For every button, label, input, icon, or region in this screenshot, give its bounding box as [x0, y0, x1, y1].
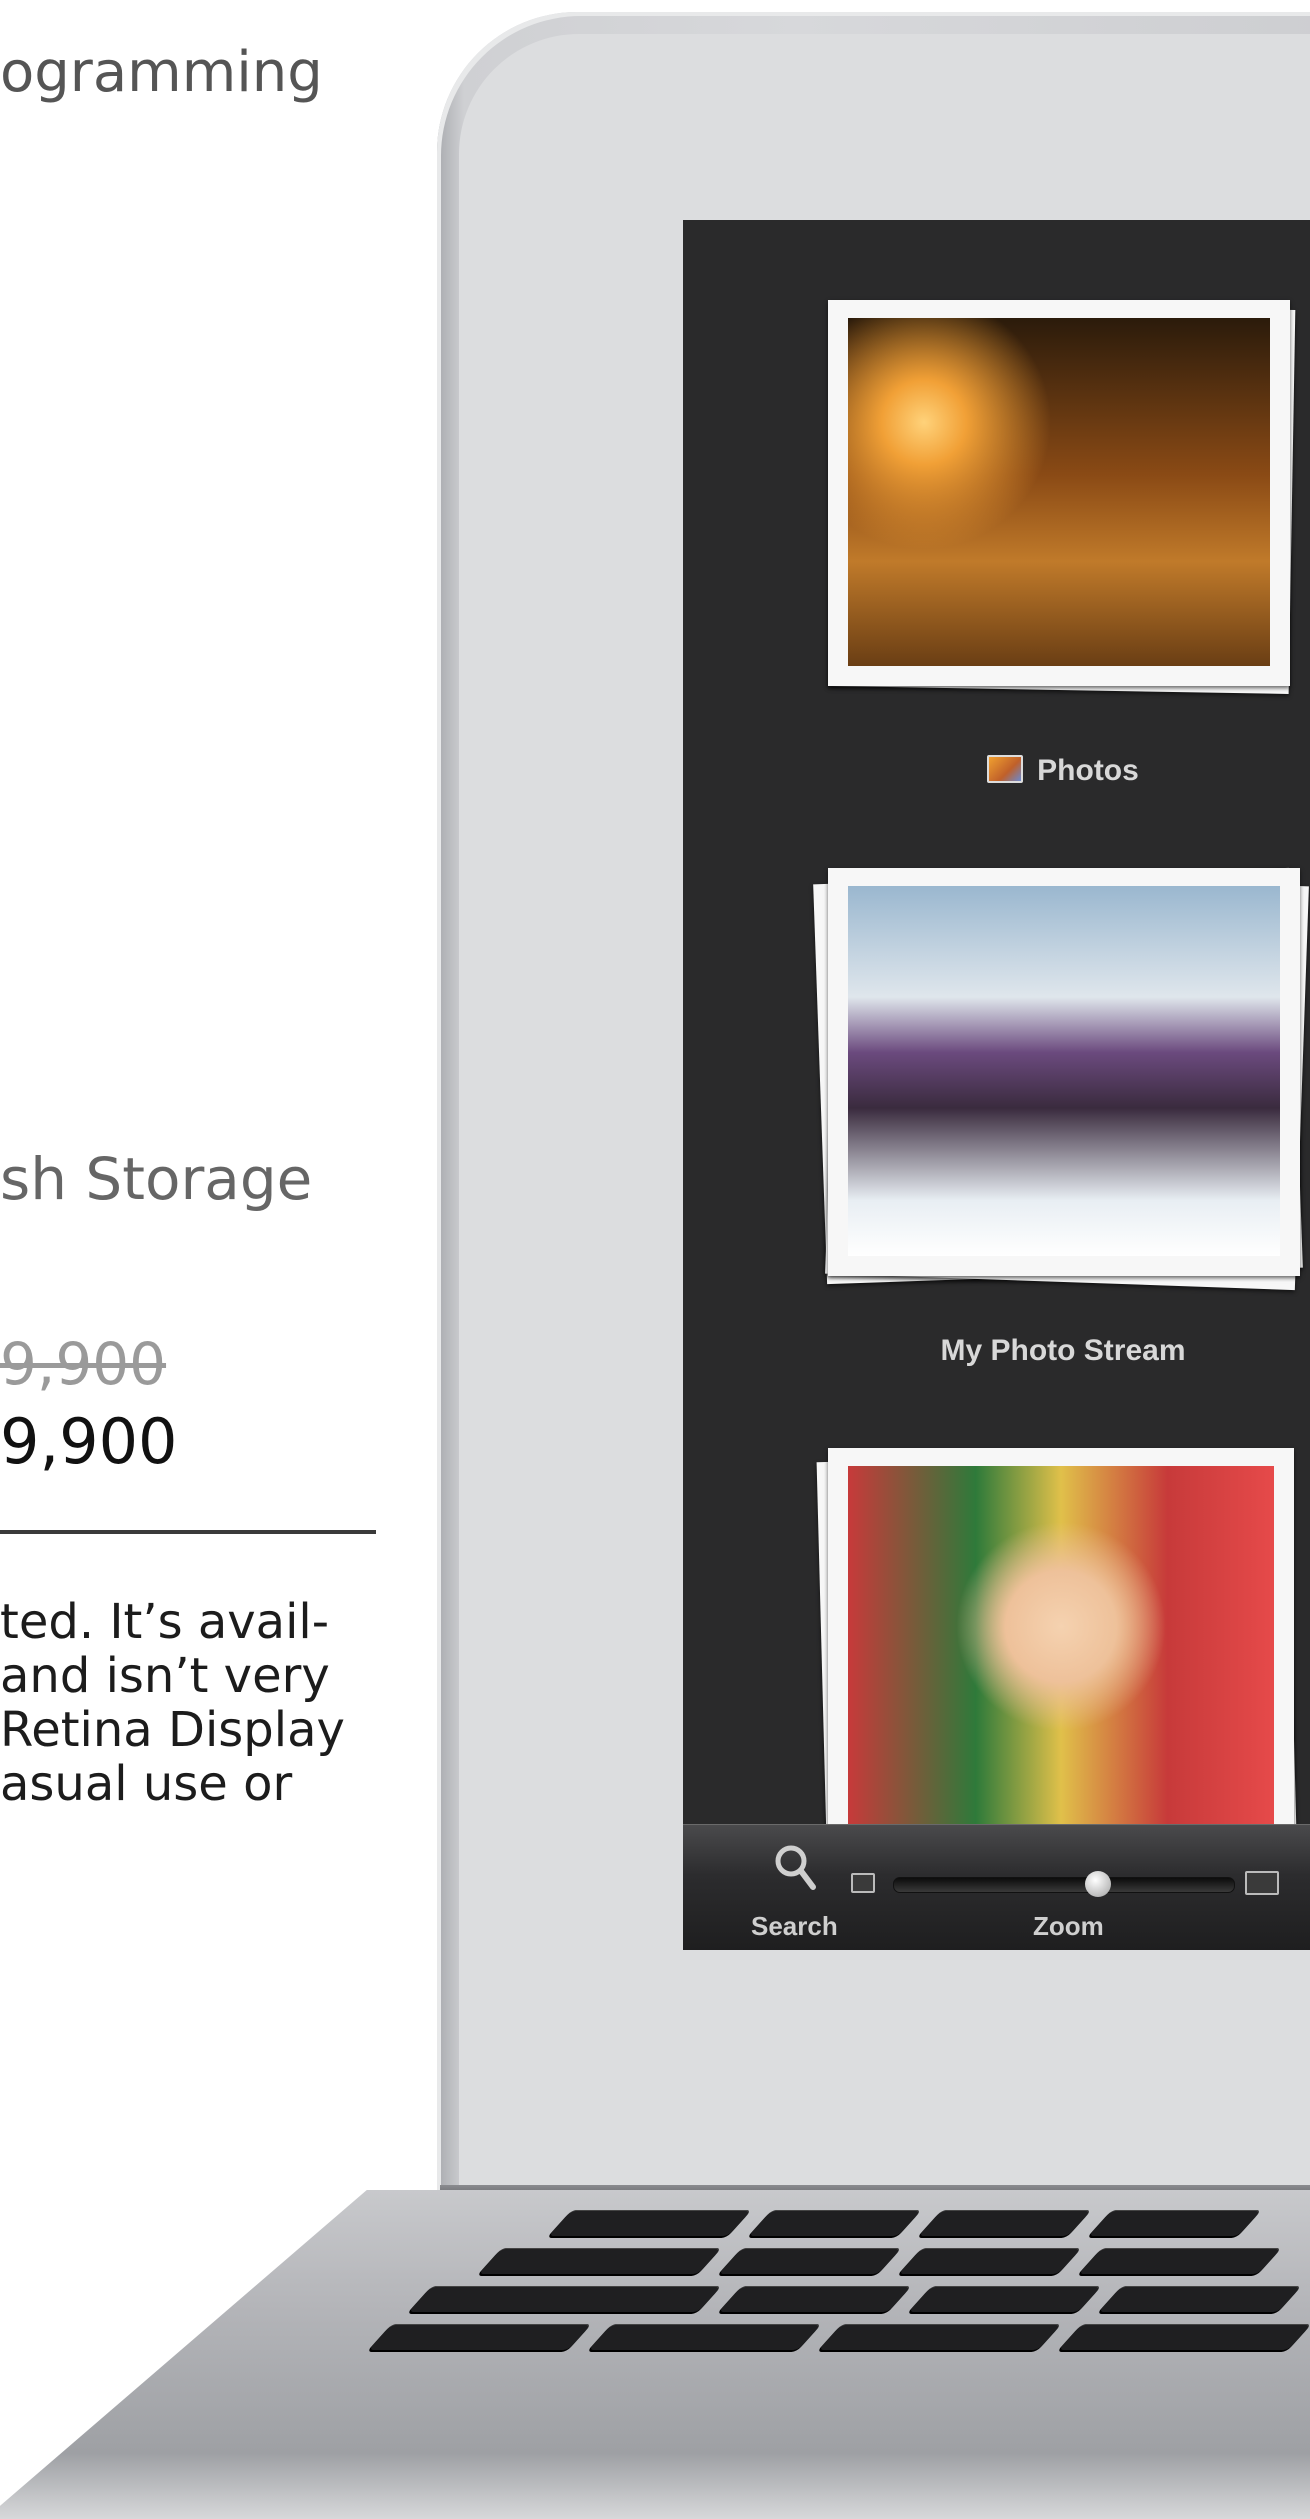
laptop-screen: Photos My Photo Stream Search Zoom [683, 220, 1310, 1950]
keyboard-key [1088, 2210, 1262, 2236]
keyboard-key [718, 2286, 912, 2312]
keyboard-key [1078, 2248, 1282, 2274]
keyboard-key [908, 2286, 1102, 2312]
description-line: asual use or [0, 1756, 293, 1812]
keyboard-key [918, 2210, 1092, 2236]
photo-thumbnail [828, 300, 1290, 686]
description-line: ted. It’s avail- [0, 1594, 330, 1650]
album-label-text: My Photo Stream [940, 1334, 1186, 1367]
sale-price: 9,900 [0, 1405, 178, 1478]
zoom-slider[interactable] [893, 1871, 1235, 1897]
keyboard-key [818, 2324, 1062, 2350]
product-description: ted. It’s avail- and isn’t very Retina D… [0, 1595, 345, 1811]
zoom-out-icon[interactable] [851, 1873, 875, 1893]
album-label-photos[interactable]: Photos [823, 754, 1303, 788]
description-line: and isn’t very [0, 1648, 330, 1704]
keyboard-deck [0, 2190, 1310, 2519]
album-third[interactable] [816, 1448, 1308, 1883]
keyboard-key [408, 2286, 722, 2312]
keyboard-key [718, 2248, 902, 2274]
ski-family-image [848, 886, 1280, 1256]
zoom-in-icon[interactable] [1245, 1871, 1279, 1895]
zoom-slider-knob[interactable] [1085, 1871, 1111, 1897]
album-label-text: Photos [1037, 754, 1139, 787]
album-my-photo-stream[interactable] [813, 867, 1309, 1298]
keyboard-key [748, 2210, 922, 2236]
girl-watermelon-image [848, 1466, 1274, 1848]
description-line: Retina Display [0, 1702, 345, 1758]
photo-thumbnail [828, 868, 1300, 1276]
divider [0, 1530, 376, 1534]
zoom-label: Zoom [1033, 1911, 1104, 1941]
photos-icon [987, 755, 1024, 783]
sunset-trees-image [848, 318, 1270, 666]
search-label[interactable]: Search [751, 1911, 838, 1942]
keyboard-key [1098, 2286, 1302, 2312]
bottom-toolbar: Search Zoom [683, 1824, 1310, 1950]
heading-fragment: ogramming [0, 40, 323, 105]
search-icon[interactable] [773, 1843, 817, 1893]
keyboard-key [478, 2248, 722, 2274]
album-photos[interactable] [828, 300, 1308, 700]
original-price: 9,900 [0, 1330, 167, 1398]
album-label-my-photo-stream[interactable]: My Photo Stream [823, 1334, 1303, 1368]
photo-thumbnail [828, 1448, 1294, 1868]
keyboard-key [368, 2324, 592, 2350]
keyboard-key [1058, 2324, 1310, 2350]
keyboard-key [588, 2324, 822, 2350]
keyboard-key [898, 2248, 1082, 2274]
keyboard-key [548, 2210, 752, 2236]
storage-spec-text: sh Storage [0, 1145, 313, 1213]
